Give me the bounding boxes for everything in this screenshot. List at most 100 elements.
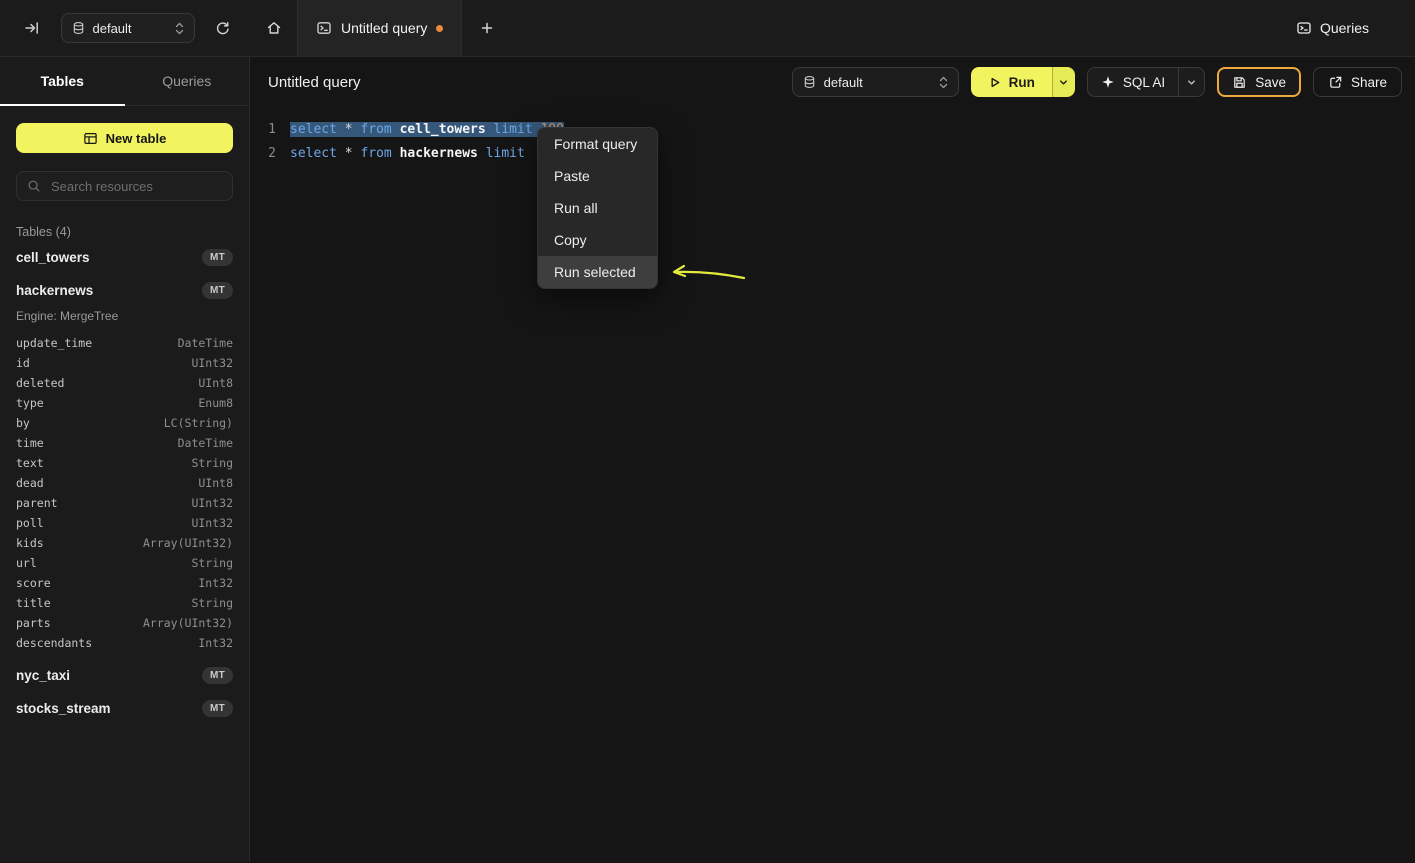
- column-row[interactable]: parts Array(UInt32): [16, 613, 233, 633]
- table-name: stocks_stream: [16, 701, 111, 716]
- context-menu-item-label: Run all: [554, 200, 598, 216]
- run-button-label: Run: [1009, 75, 1035, 90]
- line-number: 1: [250, 122, 276, 137]
- column-row[interactable]: text String: [16, 453, 233, 473]
- topbar-database-selector[interactable]: default: [61, 13, 195, 43]
- column-row[interactable]: deleted UInt8: [16, 373, 233, 393]
- code-token: limit: [486, 146, 525, 161]
- context-menu-item[interactable]: Run all: [538, 192, 657, 224]
- context-menu-item[interactable]: Paste: [538, 160, 657, 192]
- context-menu-item[interactable]: Copy: [538, 224, 657, 256]
- table-row-stocks-stream[interactable]: stocks_stream MT: [16, 692, 233, 725]
- table-row-cell-towers[interactable]: cell_towers MT: [16, 241, 233, 274]
- search-input[interactable]: [49, 178, 222, 195]
- column-row[interactable]: descendants Int32: [16, 633, 233, 653]
- unsaved-changes-dot: [436, 25, 443, 32]
- context-menu-item[interactable]: Run selected: [538, 256, 657, 288]
- new-table-button[interactable]: New table: [16, 123, 233, 153]
- save-button-label: Save: [1255, 75, 1286, 90]
- code-token: from: [360, 122, 391, 137]
- column-name: parts: [16, 616, 51, 630]
- code-token: hackernews: [400, 146, 478, 161]
- collapse-sidebar-icon[interactable]: [24, 20, 40, 36]
- column-name: parent: [16, 496, 58, 510]
- table-row-hackernews[interactable]: hackernews MT: [16, 274, 233, 307]
- queries-button-label: Queries: [1320, 20, 1369, 36]
- share-button-label: Share: [1351, 75, 1387, 90]
- column-row[interactable]: time DateTime: [16, 433, 233, 453]
- tab-label: Untitled query: [341, 20, 427, 36]
- column-row[interactable]: dead UInt8: [16, 473, 233, 493]
- code-token: [392, 122, 400, 137]
- context-menu-item[interactable]: Format query: [538, 128, 657, 160]
- column-row[interactable]: parent UInt32: [16, 493, 233, 513]
- column-row[interactable]: update_time DateTime: [16, 333, 233, 353]
- refresh-icon[interactable]: [215, 21, 230, 36]
- column-name: text: [16, 456, 44, 470]
- topbar-database-value: default: [93, 21, 132, 36]
- tab-untitled-query[interactable]: Untitled query: [297, 0, 462, 56]
- unfold-chevrons-icon: [175, 22, 184, 35]
- new-tab-button[interactable]: [462, 0, 511, 56]
- query-tab-icon: [316, 20, 332, 36]
- column-type: UInt8: [198, 476, 233, 490]
- sql-ai-button[interactable]: SQL AI: [1088, 68, 1178, 96]
- queries-icon: [1296, 20, 1312, 36]
- query-header: Untitled query default Run: [250, 57, 1415, 107]
- sidebar: Tables Queries New table Tables (4) cell…: [0, 57, 250, 862]
- sidebar-tab-label: Tables: [41, 73, 84, 89]
- column-name: title: [16, 596, 51, 610]
- context-menu-item-label: Paste: [554, 168, 590, 184]
- line-number: 2: [250, 146, 276, 161]
- sql-editor[interactable]: 1select * from cell_towers limit 100 2se…: [250, 107, 1415, 862]
- table-row-nyc-taxi[interactable]: nyc_taxi MT: [16, 659, 233, 692]
- code-token: select: [290, 122, 337, 137]
- engine-badge: MT: [202, 282, 233, 299]
- play-icon: [988, 76, 1001, 89]
- column-name: poll: [16, 516, 44, 530]
- search-icon: [27, 179, 41, 193]
- sql-ai-dropdown-button[interactable]: [1178, 68, 1204, 96]
- save-button[interactable]: Save: [1217, 67, 1301, 97]
- code-token: [392, 146, 400, 161]
- run-button[interactable]: Run: [971, 67, 1052, 97]
- column-row[interactable]: poll UInt32: [16, 513, 233, 533]
- code-token: cell_towers: [400, 122, 486, 137]
- column-type: DateTime: [178, 336, 233, 350]
- save-icon: [1232, 75, 1247, 90]
- column-name: dead: [16, 476, 44, 490]
- home-icon: [266, 20, 282, 36]
- code-token: *: [345, 122, 353, 137]
- column-row[interactable]: by LC(String): [16, 413, 233, 433]
- column-row[interactable]: title String: [16, 593, 233, 613]
- code-token: *: [345, 146, 353, 161]
- main-panel: Untitled query default Run: [250, 57, 1415, 862]
- column-row[interactable]: id UInt32: [16, 353, 233, 373]
- sidebar-tab[interactable]: Queries: [125, 57, 250, 105]
- column-type: UInt8: [198, 376, 233, 390]
- code-token: [525, 146, 533, 161]
- topbar-left: default: [0, 0, 250, 56]
- column-row[interactable]: kids Array(UInt32): [16, 533, 233, 553]
- column-row[interactable]: score Int32: [16, 573, 233, 593]
- sql-ai-button-group: SQL AI: [1087, 67, 1205, 97]
- engine-badge: MT: [202, 667, 233, 684]
- column-row[interactable]: url String: [16, 553, 233, 573]
- home-tab[interactable]: [250, 0, 297, 56]
- code-token: [337, 146, 345, 161]
- column-row[interactable]: type Enum8: [16, 393, 233, 413]
- table-name: cell_towers: [16, 250, 90, 265]
- column-type: String: [191, 556, 233, 570]
- query-database-selector[interactable]: default: [792, 67, 959, 97]
- chevron-down-icon: [1186, 77, 1197, 88]
- column-type: Array(UInt32): [143, 536, 233, 550]
- sidebar-tab[interactable]: Tables: [0, 57, 125, 105]
- share-button[interactable]: Share: [1313, 67, 1402, 97]
- app-shell: Tables Queries New table Tables (4) cell…: [0, 57, 1415, 862]
- context-menu-item-label: Run selected: [554, 264, 636, 280]
- queries-button[interactable]: Queries: [1290, 19, 1375, 37]
- column-type: Int32: [198, 576, 233, 590]
- run-options-button[interactable]: [1052, 67, 1075, 97]
- column-type: Enum8: [198, 396, 233, 410]
- code-line: 1select * from cell_towers limit 100: [250, 117, 1415, 141]
